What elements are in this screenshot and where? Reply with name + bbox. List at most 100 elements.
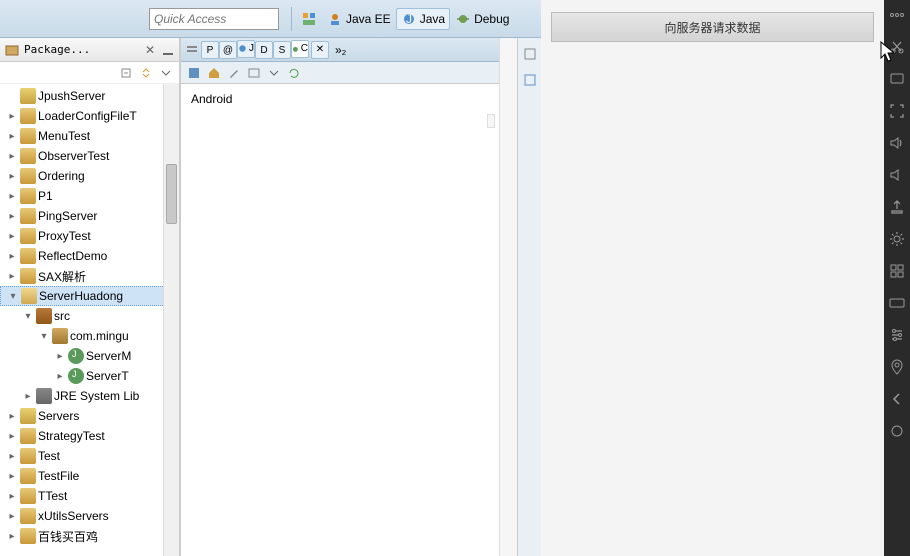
tree-node-label: Test [38,449,60,463]
package-explorer-icon [4,42,20,58]
refresh-icon[interactable] [287,66,301,80]
fullscreen-icon[interactable] [888,102,906,120]
show-list-icon[interactable] [185,43,199,57]
filter-icon[interactable] [247,66,261,80]
edit-icon[interactable] [227,66,241,80]
tree-node[interactable]: ▸ServerM [0,346,179,366]
tree-node[interactable]: ▸ Test [0,446,179,466]
back-icon[interactable] [888,390,906,408]
tree-node[interactable]: ▸ReflectDemo [0,246,179,266]
editor-tab[interactable]: P [201,41,219,59]
editor-content[interactable]: Android [181,84,499,556]
expand-twisty-icon[interactable]: ▸ [6,511,18,522]
tree-node[interactable]: ▾com.mingu [0,326,179,346]
main-toolbar: Java EE JJava Debug [0,0,541,38]
java-perspective[interactable]: JJava [396,8,450,30]
expand-twisty-icon[interactable]: ▸ [6,411,18,422]
tab-close-button[interactable]: ✕ [311,41,329,59]
scrollbar-thumb[interactable] [166,164,177,224]
tree-node[interactable]: ▸P1 [0,186,179,206]
tree-node[interactable]: ▾ServerHuadong [0,286,179,306]
grid-icon[interactable] [888,262,906,280]
editor-tab[interactable]: @ [219,41,237,59]
prj-icon [20,488,36,504]
expand-twisty-icon[interactable]: ▸ [6,191,18,202]
more-icon[interactable] [888,6,906,24]
prj-icon [20,148,36,164]
expand-twisty-icon[interactable]: ▸ [6,171,18,182]
tree-node[interactable]: ▾src [0,306,179,326]
tree-node[interactable]: ▸PingServer [0,206,179,226]
minimize-view-button[interactable] [161,43,175,57]
view-menu-icon[interactable] [159,66,173,80]
tree-node[interactable]: JpushServer [0,86,179,106]
outline-view-icon[interactable] [522,72,538,88]
tree-scrollbar[interactable] [163,84,179,556]
editor-tab[interactable]: C [291,40,309,58]
tree-node[interactable]: ▸ProxyTest [0,226,179,246]
expand-twisty-icon[interactable]: ▸ [54,351,66,362]
editor-tab[interactable]: S [273,41,291,59]
expand-twisty-icon[interactable]: ▸ [6,131,18,142]
request-data-button[interactable]: 向服务器请求数据 [551,12,874,42]
editor-tab[interactable]: D [255,41,273,59]
expand-twisty-icon[interactable]: ▸ [6,431,18,442]
overview-ruler[interactable] [499,38,517,556]
expand-twisty-icon[interactable]: ▸ [6,531,18,542]
location-icon[interactable] [888,358,906,376]
expand-twisty-icon[interactable]: ▸ [6,451,18,462]
volume-up-icon[interactable] [888,134,906,152]
cut-icon[interactable] [888,38,906,56]
java-ee-perspective[interactable]: Java EE [322,8,396,30]
tree-node[interactable]: ▸xUtilsServers [0,506,179,526]
settings-icon[interactable] [888,326,906,344]
tab-overflow[interactable]: »₂ [331,43,350,57]
expand-twisty-icon[interactable]: ▸ [6,111,18,122]
collapse-all-icon[interactable] [119,66,133,80]
screen-icon[interactable] [888,70,906,88]
prj-icon [20,268,36,284]
expand-twisty-icon[interactable]: ▾ [22,311,34,322]
expand-twisty-icon[interactable]: ▾ [38,331,50,342]
home-icon[interactable] [207,66,221,80]
dropdown-icon[interactable] [267,66,281,80]
tree-node[interactable]: ▸LoaderConfigFileT [0,106,179,126]
debug-perspective[interactable]: Debug [450,8,514,30]
tree-node[interactable]: ▸SAX解析 [0,266,179,286]
tree-node[interactable]: ▸MenuTest [0,126,179,146]
brightness-icon[interactable] [888,230,906,248]
tree-node-label: JpushServer [38,89,105,103]
close-view-button[interactable]: ✕ [143,43,157,57]
expand-twisty-icon[interactable]: ▸ [6,471,18,482]
tree-node[interactable]: ▸ServerT [0,366,179,386]
tree-node[interactable]: ▸百钱买百鸡 [0,526,179,546]
keyboard-icon[interactable] [888,294,906,312]
expand-twisty-icon[interactable]: ▸ [6,271,18,282]
expand-twisty-icon[interactable]: ▸ [6,211,18,222]
tree-node[interactable]: ▸StrategyTest [0,426,179,446]
restore-view-icon[interactable] [522,46,538,62]
project-tree[interactable]: JpushServer▸LoaderConfigFileT▸MenuTest▸O… [0,84,179,556]
quick-access-input[interactable] [149,8,279,30]
expand-twisty-icon[interactable]: ▸ [6,231,18,242]
expand-twisty-icon[interactable]: ▸ [6,491,18,502]
tree-node[interactable]: ▸TTest [0,486,179,506]
upload-icon[interactable] [888,198,906,216]
tree-node[interactable]: ▸ObserverTest [0,146,179,166]
tree-node[interactable]: ▸Servers [0,406,179,426]
expand-twisty-icon[interactable]: ▸ [6,151,18,162]
tree-node[interactable]: ▸Ordering [0,166,179,186]
link-editor-icon[interactable] [139,66,153,80]
expand-twisty-icon[interactable]: ▸ [6,251,18,262]
volume-down-icon[interactable] [888,166,906,184]
expand-twisty-icon[interactable]: ▾ [7,291,19,302]
expand-twisty-icon[interactable]: ▸ [54,371,66,382]
save-icon[interactable] [187,66,201,80]
tree-node[interactable]: ▸TestFile [0,466,179,486]
open-perspective-button[interactable] [296,8,322,30]
expand-twisty-icon[interactable]: ▸ [22,391,34,402]
editor-tab[interactable]: J [237,40,255,58]
folding-marker[interactable] [487,114,495,128]
tree-node[interactable]: ▸JRE System Lib [0,386,179,406]
home-nav-icon[interactable] [888,422,906,440]
